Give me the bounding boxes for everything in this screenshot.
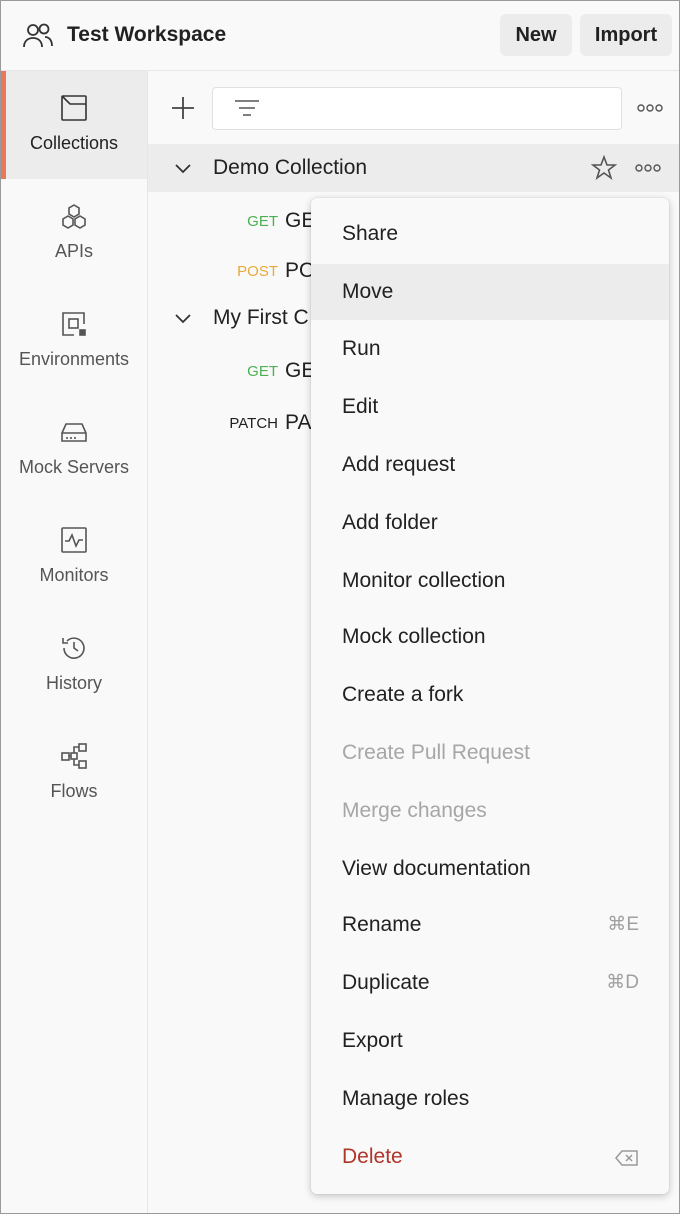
menu-item-label: Add folder	[342, 511, 438, 534]
sidebar: Collections APIs Environments Mock Serve…	[1, 71, 148, 1213]
collection-row[interactable]: Demo Collection	[148, 144, 679, 192]
menu-item-edit[interactable]: Edit	[311, 379, 669, 435]
environments-icon	[62, 312, 86, 336]
import-button[interactable]: Import	[580, 14, 672, 56]
monitors-icon	[61, 527, 87, 553]
flows-icon	[61, 743, 87, 769]
app-window: Test Workspace New Import Collections AP…	[0, 0, 680, 1214]
apis-icon	[62, 204, 86, 229]
menu-item-run[interactable]: Run	[311, 321, 669, 377]
menu-item-label: Share	[342, 222, 399, 245]
collection-name: Demo Collection	[213, 156, 368, 179]
add-collection-icon[interactable]	[170, 95, 196, 121]
new-button[interactable]: New	[500, 14, 572, 56]
sidebar-item-monitors[interactable]: Monitors	[1, 503, 147, 611]
menu-item-label: Monitor collection	[342, 569, 506, 592]
menu-item-export[interactable]: Export	[311, 1013, 669, 1069]
menu-item-delete[interactable]: Delete	[311, 1129, 669, 1185]
menu-item-merge-changes: Merge changes	[311, 783, 669, 839]
more-options-icon[interactable]	[637, 103, 663, 113]
menu-item-label: Delete	[342, 1145, 403, 1168]
menu-item-label: Create a fork	[342, 683, 464, 706]
collection-context-menu: Share Move Run Edit Add request Add fold…	[311, 198, 669, 1194]
collection-name: My First C	[213, 306, 309, 329]
request-name: PA	[285, 411, 312, 434]
workspace-title[interactable]: Test Workspace	[67, 21, 226, 49]
collections-icon	[61, 95, 87, 121]
method-badge: PATCH	[229, 415, 278, 432]
team-icon	[23, 23, 53, 48]
method-badge: POST	[237, 263, 278, 280]
menu-item-label: Create Pull Request	[342, 741, 530, 764]
sidebar-item-label: Mock Servers	[18, 457, 130, 477]
menu-item-label: Manage roles	[342, 1087, 470, 1110]
more-options-icon[interactable]	[635, 163, 661, 173]
menu-item-label: Merge changes	[342, 799, 487, 822]
menu-item-label: Duplicate	[342, 971, 430, 994]
sidebar-item-mock-servers[interactable]: Mock Servers	[1, 395, 147, 503]
method-badge: GET	[247, 363, 278, 380]
menu-item-view-documentation[interactable]: View documentation	[311, 841, 669, 897]
menu-item-label: Move	[342, 280, 394, 303]
sidebar-item-label: Flows	[50, 781, 98, 801]
sidebar-item-history[interactable]: History	[1, 611, 147, 719]
filter-icon	[235, 100, 259, 116]
sidebar-item-collections[interactable]: Collections	[1, 71, 147, 179]
sidebar-item-label: Monitors	[39, 565, 109, 585]
menu-item-rename[interactable]: Rename ⌘E	[311, 897, 669, 953]
sidebar-item-flows[interactable]: Flows	[1, 719, 147, 827]
star-icon[interactable]	[591, 155, 617, 181]
menu-item-label: Run	[342, 337, 381, 360]
shortcut-label: ⌘D	[606, 972, 639, 993]
menu-item-label: Add request	[342, 453, 456, 476]
shortcut-label: ⌘E	[607, 914, 639, 935]
menu-item-label: Export	[342, 1029, 403, 1052]
mock-servers-icon	[61, 423, 87, 442]
menu-item-label: Rename	[342, 913, 422, 936]
menu-item-create-pull-request: Create Pull Request	[311, 725, 669, 781]
backspace-icon	[615, 1150, 638, 1166]
sidebar-item-label: APIs	[54, 241, 93, 261]
method-badge: GET	[247, 213, 278, 230]
sidebar-item-apis[interactable]: APIs	[1, 179, 147, 287]
menu-item-mock-collection[interactable]: Mock collection	[311, 609, 669, 665]
menu-item-create-fork[interactable]: Create a fork	[311, 667, 669, 723]
menu-item-move[interactable]: Move	[311, 264, 669, 320]
sidebar-item-environments[interactable]: Environments	[1, 287, 147, 395]
menu-item-label: Mock collection	[342, 625, 486, 648]
menu-item-duplicate[interactable]: Duplicate ⌘D	[311, 955, 669, 1011]
menu-item-monitor-collection[interactable]: Monitor collection	[311, 553, 669, 609]
menu-item-add-request[interactable]: Add request	[311, 437, 669, 493]
chevron-down-icon[interactable]	[174, 309, 192, 327]
menu-item-share[interactable]: Share	[311, 206, 669, 262]
history-icon	[62, 637, 85, 659]
menu-item-label: Edit	[342, 395, 379, 418]
menu-item-manage-roles[interactable]: Manage roles	[311, 1071, 669, 1127]
menu-item-add-folder[interactable]: Add folder	[311, 495, 669, 551]
workspace-header: Test Workspace New Import	[1, 1, 679, 71]
sidebar-item-label: History	[45, 673, 102, 693]
chevron-down-icon[interactable]	[174, 159, 192, 177]
sidebar-item-label: Collections	[29, 133, 119, 153]
menu-item-label: View documentation	[342, 857, 531, 880]
sidebar-item-label: Environments	[18, 349, 130, 369]
filter-input[interactable]	[212, 87, 622, 130]
